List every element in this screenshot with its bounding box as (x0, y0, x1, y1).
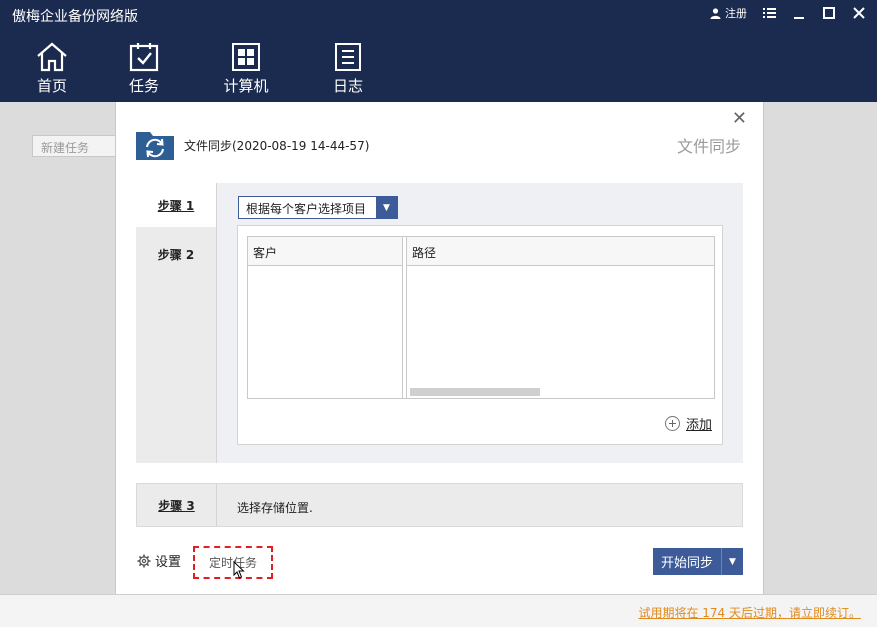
add-button[interactable]: 添加 (664, 414, 712, 433)
chevron-down-icon: ▼ (376, 197, 397, 218)
client-path-panel: 客户 路径 添加 (237, 225, 723, 445)
start-sync-button[interactable]: 开始同步 ▼ (653, 548, 743, 575)
maximize-icon (823, 7, 835, 19)
windows-icon (232, 43, 260, 71)
nav-tasks[interactable]: 任务 (114, 42, 174, 98)
source-select-value: 根据每个客户选择项目 (246, 202, 367, 216)
folder-sync-icon (136, 132, 174, 160)
app-header: 傲梅企业备份网络版 注册 首页 任务 计算机 日志 (0, 0, 877, 102)
client-path-table: 客户 路径 (247, 236, 715, 399)
status-bar: 试用期将在 174 天后过期，请立即续订。 (0, 594, 877, 627)
column-header-path[interactable]: 路径 (407, 237, 714, 266)
caret-down-icon[interactable]: ▼ (722, 548, 743, 575)
menu-icon (762, 8, 776, 18)
column-header-client[interactable]: 客户 (248, 237, 402, 266)
settings-label: 设置 (155, 555, 182, 570)
user-icon (710, 7, 721, 19)
dialog-type-label: 文件同步 (676, 137, 741, 156)
menu-button[interactable] (761, 5, 777, 21)
app-title: 傲梅企业备份网络版 (12, 9, 138, 25)
path-column: 路径 (406, 237, 714, 398)
nav-computers[interactable]: 计算机 (216, 42, 276, 98)
close-icon (853, 7, 865, 19)
nav-tasks-label: 任务 (128, 77, 159, 95)
close-window-button[interactable] (851, 5, 867, 21)
step-1-label: 步骤 1 (157, 198, 195, 213)
plus-circle-icon (664, 416, 680, 431)
client-column: 客户 (248, 237, 403, 398)
register-label: 注册 (725, 7, 747, 20)
nav-home[interactable]: 首页 (22, 42, 82, 98)
step-2-label: 步骤 2 (157, 247, 195, 262)
nav-logs[interactable]: 日志 (318, 42, 378, 98)
minimize-icon (794, 17, 804, 19)
maximize-button[interactable] (821, 5, 837, 21)
settings-button[interactable]: 设置 (137, 551, 181, 570)
home-icon (37, 42, 67, 72)
tab-step-2[interactable]: 步骤 2 (136, 232, 216, 276)
tab-step-3[interactable]: 步骤 3 (137, 484, 217, 526)
step-3-description: 选择存储位置. (237, 501, 313, 515)
start-sync-label: 开始同步 (653, 548, 722, 575)
nav-logs-label: 日志 (332, 77, 363, 95)
mouse-pointer-icon (233, 561, 245, 579)
register-button[interactable]: 注册 (710, 5, 747, 21)
task-checklist-icon (129, 43, 159, 72)
nav-computers-label: 计算机 (223, 77, 269, 95)
step-content: 根据每个客户选择项目 ▼ 客户 路径 添加 (216, 183, 743, 463)
horizontal-scrollbar[interactable] (410, 388, 540, 396)
step-3-row: 步骤 3 选择存储位置. (136, 483, 743, 527)
trial-renew-link[interactable]: 试用期将在 174 天后过期，请立即续订。 (638, 604, 861, 621)
minimize-button[interactable] (791, 5, 807, 21)
step-3-label: 步骤 3 (158, 498, 195, 513)
nav-home-label: 首页 (36, 77, 67, 95)
log-document-icon (335, 43, 361, 71)
steps-panel: 步骤 1 步骤 2 根据每个客户选择项目 ▼ 客户 路径 添加 (136, 183, 743, 463)
file-sync-dialog: ✕ 文件同步(2020-08-19 14-44-57) 文件同步 步骤 1 步骤… (115, 102, 764, 595)
add-label: 添加 (685, 418, 712, 433)
dialog-title: 文件同步(2020-08-19 14-44-57) (184, 139, 370, 153)
dialog-close-button[interactable]: ✕ (732, 110, 747, 128)
tab-step-1[interactable]: 步骤 1 (136, 183, 216, 227)
new-task-input[interactable]: 新建任务 (32, 135, 118, 157)
source-select[interactable]: 根据每个客户选择项目 ▼ (238, 196, 398, 219)
gear-icon (137, 554, 151, 567)
window-controls: 注册 (710, 5, 867, 21)
